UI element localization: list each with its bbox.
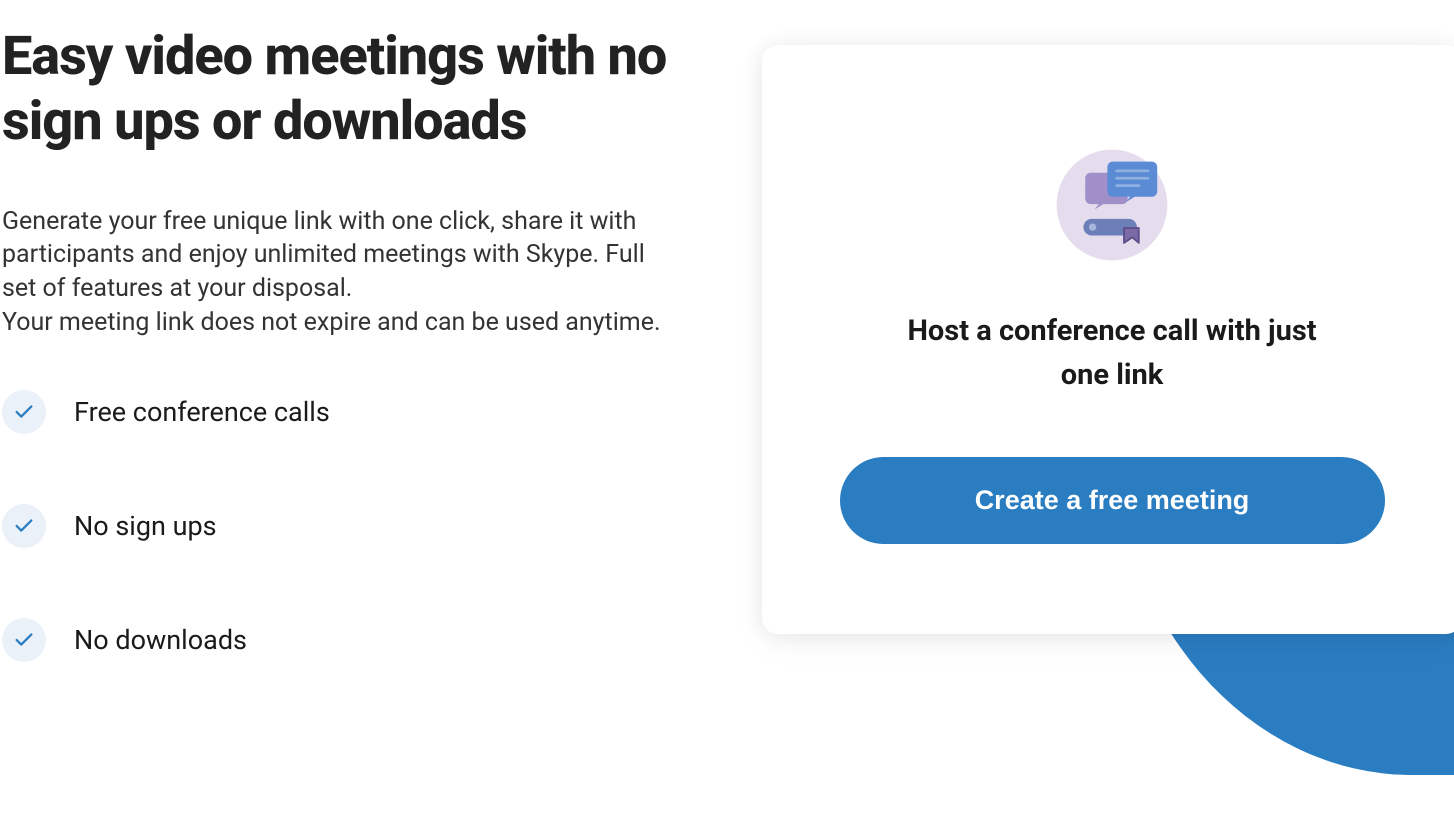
left-column: Easy video meetings with no sign ups or … [2, 20, 682, 662]
feature-label: No downloads [74, 624, 247, 656]
card-title: Host a conference call with just one lin… [887, 310, 1337, 397]
create-meeting-button[interactable]: Create a free meeting [840, 457, 1385, 544]
feature-label: Free conference calls [74, 396, 330, 428]
headline: Easy video meetings with no sign ups or … [2, 25, 682, 155]
feature-label: No sign ups [74, 510, 217, 542]
description-line-1: Generate your free unique link with one … [2, 205, 667, 306]
description: Generate your free unique link with one … [2, 205, 667, 340]
check-icon [2, 618, 46, 662]
feature-item: No sign ups [2, 504, 682, 548]
description-line-2: Your meeting link does not expire and ca… [2, 306, 667, 340]
right-column: Host a conference call with just one lin… [722, 20, 1454, 662]
feature-item: No downloads [2, 618, 682, 662]
chat-link-icon [1052, 145, 1172, 265]
feature-item: Free conference calls [2, 390, 682, 434]
meeting-card: Host a conference call with just one lin… [762, 45, 1454, 634]
features-list: Free conference calls No sign ups No dow… [2, 390, 682, 662]
check-icon [2, 390, 46, 434]
check-icon [2, 504, 46, 548]
page-container: Easy video meetings with no sign ups or … [0, 0, 1454, 662]
